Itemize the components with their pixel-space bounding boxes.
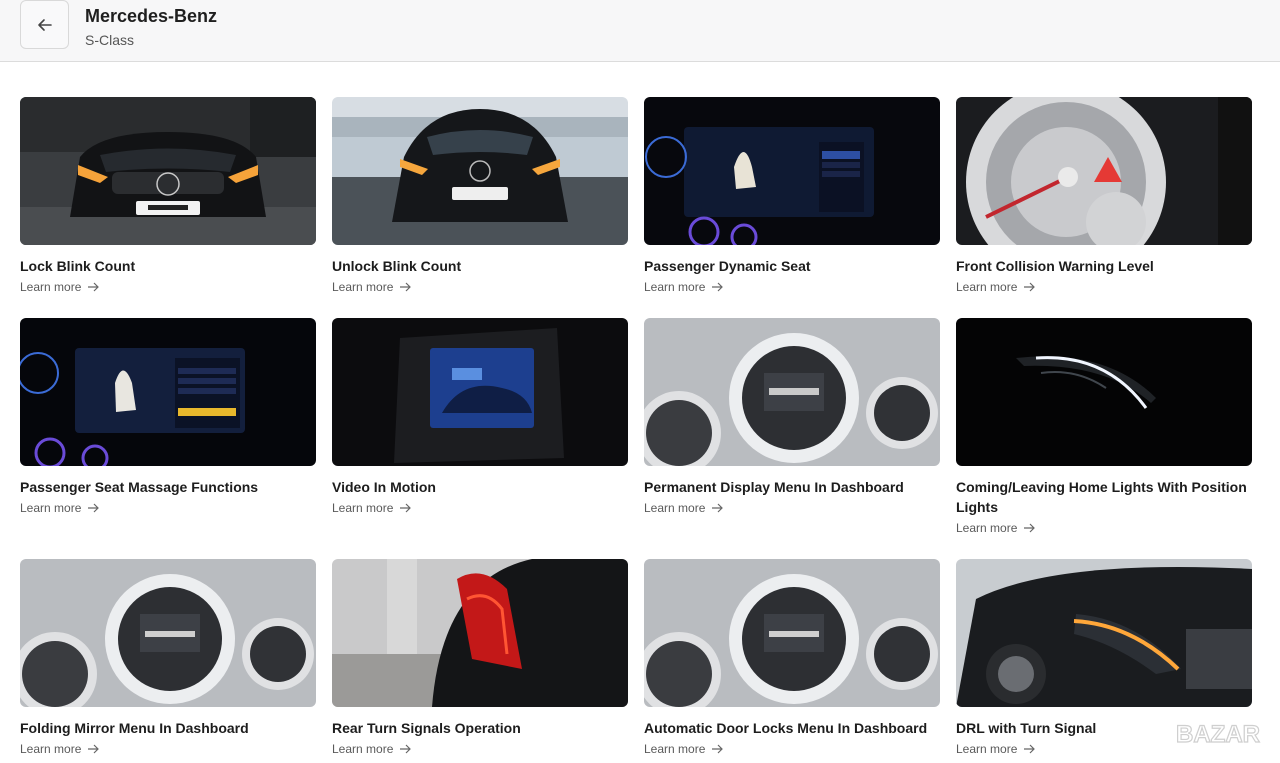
learn-more-link[interactable]: Learn more <box>332 279 412 295</box>
learn-more-link[interactable]: Learn more <box>956 279 1036 295</box>
learn-more-link[interactable]: Learn more <box>332 500 412 516</box>
arrow-right-icon <box>1024 523 1036 533</box>
feature-thumbnail <box>332 97 628 245</box>
vehicle-make: Mercedes-Benz <box>85 6 218 26</box>
learn-more-label: Learn more <box>332 742 394 756</box>
feature-card[interactable]: Permanent Display Menu In Dashboard Lear… <box>644 318 940 517</box>
learn-more-link[interactable]: Learn more <box>644 500 724 516</box>
learn-more-link[interactable]: Learn more <box>20 741 100 757</box>
svg-text:BAZAR: BAZAR <box>1176 721 1260 748</box>
learn-more-label: Learn more <box>956 742 1018 756</box>
arrow-right-icon <box>400 503 412 513</box>
feature-card[interactable]: Lock Blink Count Learn more <box>20 97 316 296</box>
learn-more-link[interactable]: Learn more <box>20 279 100 295</box>
feature-card[interactable]: Rear Turn Signals Operation Learn more <box>332 559 628 758</box>
feature-title: Video In Motion <box>332 479 436 495</box>
feature-card[interactable]: Front Collision Warning Level Learn more <box>956 97 1252 296</box>
learn-more-label: Learn more <box>20 501 82 515</box>
arrow-right-icon <box>712 282 724 292</box>
learn-more-label: Learn more <box>20 742 82 756</box>
page-header: Mercedes-Benz S-Class <box>0 0 1280 62</box>
feature-thumbnail <box>956 97 1252 245</box>
learn-more-label: Learn more <box>644 280 706 294</box>
learn-more-label: Learn more <box>956 521 1018 535</box>
vehicle-title: Mercedes-Benz S-Class <box>85 5 217 49</box>
arrow-right-icon <box>88 503 100 513</box>
arrow-right-icon <box>88 282 100 292</box>
feature-thumbnail <box>644 318 940 466</box>
feature-card[interactable]: Passenger Seat Massage Functions Learn m… <box>20 318 316 517</box>
feature-title: Folding Mirror Menu In Dashboard <box>20 720 249 736</box>
arrow-right-icon <box>88 744 100 754</box>
feature-thumbnail <box>956 559 1252 707</box>
arrow-right-icon <box>1024 744 1036 754</box>
feature-thumbnail <box>644 97 940 245</box>
arrow-right-icon <box>1024 282 1036 292</box>
feature-thumbnail <box>644 559 940 707</box>
feature-title: Rear Turn Signals Operation <box>332 720 521 736</box>
feature-title: Front Collision Warning Level <box>956 258 1154 274</box>
feature-title: Lock Blink Count <box>20 258 136 274</box>
arrow-right-icon <box>712 503 724 513</box>
learn-more-label: Learn more <box>332 280 394 294</box>
feature-card[interactable]: Automatic Door Locks Menu In Dashboard L… <box>644 559 940 758</box>
learn-more-link[interactable]: Learn more <box>956 520 1036 536</box>
feature-title: Coming/Leaving Home Lights With Position… <box>956 479 1247 515</box>
learn-more-link[interactable]: Learn more <box>332 741 412 757</box>
arrow-right-icon <box>400 744 412 754</box>
learn-more-link[interactable]: Learn more <box>644 279 724 295</box>
feature-thumbnail <box>20 559 316 707</box>
learn-more-label: Learn more <box>644 742 706 756</box>
learn-more-label: Learn more <box>20 280 82 294</box>
feature-title: Passenger Dynamic Seat <box>644 258 811 274</box>
feature-thumbnail <box>20 97 316 245</box>
feature-title: Passenger Seat Massage Functions <box>20 479 259 495</box>
watermark-logo: BAZAR <box>1175 720 1260 748</box>
feature-thumbnail <box>332 318 628 466</box>
back-button[interactable] <box>20 0 69 49</box>
arrow-right-icon <box>712 744 724 754</box>
feature-thumbnail <box>332 559 628 707</box>
vehicle-model: S-Class <box>85 32 135 48</box>
learn-more-link[interactable]: Learn more <box>20 500 100 516</box>
learn-more-label: Learn more <box>332 501 394 515</box>
feature-thumbnail <box>956 318 1252 466</box>
arrow-right-icon <box>400 282 412 292</box>
feature-title: Unlock Blink Count <box>332 258 462 274</box>
feature-card[interactable]: Video In Motion Learn more <box>332 318 628 517</box>
learn-more-label: Learn more <box>956 280 1018 294</box>
feature-title: Automatic Door Locks Menu In Dashboard <box>644 720 928 736</box>
learn-more-link[interactable]: Learn more <box>644 741 724 757</box>
feature-card[interactable]: Coming/Leaving Home Lights With Position… <box>956 318 1252 537</box>
arrow-left-icon <box>37 18 52 31</box>
feature-card[interactable]: Passenger Dynamic Seat Learn more <box>644 97 940 296</box>
feature-thumbnail <box>20 318 316 466</box>
feature-card[interactable]: Folding Mirror Menu In Dashboard Learn m… <box>20 559 316 758</box>
feature-card[interactable]: Unlock Blink Count Learn more <box>332 97 628 296</box>
learn-more-label: Learn more <box>644 501 706 515</box>
learn-more-link[interactable]: Learn more <box>956 741 1036 757</box>
feature-title: Permanent Display Menu In Dashboard <box>644 479 904 495</box>
